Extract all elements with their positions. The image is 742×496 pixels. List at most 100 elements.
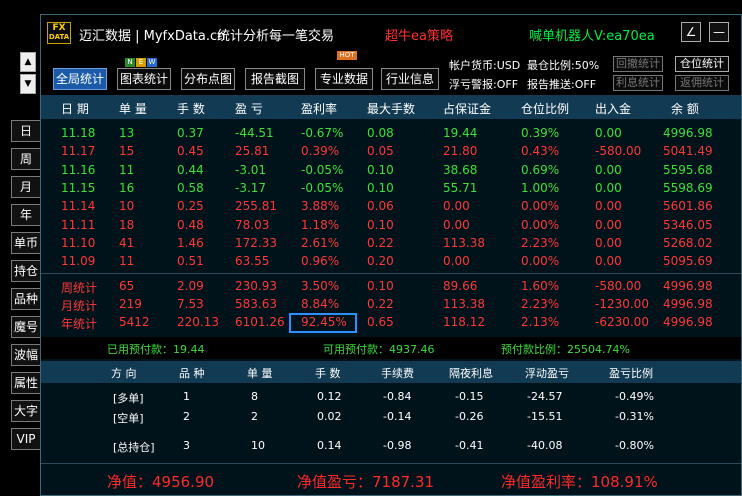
- side-tab-month[interactable]: 月: [11, 176, 40, 198]
- cell-max-lots: 0.20: [367, 254, 394, 269]
- cell-balance: 5346.05: [663, 217, 713, 232]
- pcell-orders: 8: [251, 390, 258, 403]
- cell-profit-rate: -0.67%: [301, 126, 344, 140]
- cell-date: 年统计: [61, 317, 98, 331]
- cell-max-lots: 0.08: [367, 126, 394, 140]
- table-row: 月统计 219 7.53 583.63 8.84% 0.22 113.38 2.23% -123…: [41, 296, 741, 313]
- robot-title: 喊单机器人V:ea70ea: [529, 29, 655, 44]
- side-tab-large-font[interactable]: 大字: [11, 400, 40, 422]
- cell-max-lots: 0.10: [367, 279, 394, 293]
- edit-icon[interactable]: ∠: [681, 22, 701, 42]
- cell-orders: 10: [119, 199, 135, 214]
- pro-data-button[interactable]: 专业数据: [315, 68, 373, 90]
- new-badge-n: N: [125, 58, 135, 67]
- col-balance: 余 额: [671, 102, 699, 116]
- cell-cash-flow: 0.00: [595, 199, 622, 214]
- minimize-icon[interactable]: —: [709, 22, 729, 42]
- pcell-float: -24.57: [527, 390, 563, 403]
- side-tab-day[interactable]: 日: [11, 120, 40, 142]
- global-stats-button[interactable]: 全局统计: [53, 68, 107, 90]
- pcell-lots: 0.14: [317, 439, 342, 452]
- cell-max-lots: 0.65: [367, 315, 394, 329]
- left-sidebar: ▲ ▼ 日 周 月 年 单币 持仓 品种 魔号 波幅 属性 大字 VIP: [0, 0, 40, 496]
- cell-margin: 38.68: [443, 162, 478, 177]
- pcell-ratio: -0.80%: [615, 439, 654, 452]
- pcell-swap: -0.41: [455, 439, 484, 452]
- cell-profit-rate: 0.39%: [301, 144, 340, 159]
- pcol-lots: 手 数: [315, 367, 341, 380]
- cell-date: 11.09: [61, 254, 96, 269]
- cell-cash-flow: 0.00: [595, 162, 622, 177]
- col-orders: 单 量: [119, 102, 147, 116]
- cell-profit-rate: 3.88%: [301, 199, 340, 214]
- cell-lots: 1.46: [177, 235, 204, 250]
- table-row: 11.16 11 0.44 -3.01 -0.05% 0.10 38.68 0.69% 0.00…: [41, 162, 741, 179]
- cell-balance: 5041.49: [663, 144, 713, 159]
- cell-pnl: 230.93: [235, 279, 277, 293]
- side-tab-magic[interactable]: 魔号: [11, 316, 40, 338]
- table-row: 11.18 13 0.37 -44.51 -0.67% 0.08 19.44 0.39% 0.0…: [41, 125, 741, 142]
- position-stats-button[interactable]: 仓位统计: [675, 56, 729, 72]
- cell-margin: 19.44: [443, 126, 478, 140]
- drawdown-stats-button[interactable]: 回撤统计: [613, 56, 663, 72]
- rebate-stats-button[interactable]: 返佣统计: [675, 75, 729, 91]
- cell-orders: 16: [119, 180, 135, 195]
- interest-stats-button[interactable]: 利息统计: [613, 75, 663, 91]
- pcell-swap: -0.26: [455, 410, 484, 423]
- position-row: [多单] 1 8 0.12 -0.84 -0.15 -24.57 -0.49%: [41, 388, 741, 406]
- main-panel: FX DATA 迈汇数据 | MyfxData.cn 统计分析每一笔交易 超牛e…: [40, 14, 742, 496]
- cell-lots: 0.48: [177, 217, 204, 232]
- cell-cash-flow: -1230.00: [595, 297, 649, 311]
- cell-max-lots: 0.06: [367, 199, 394, 214]
- pcell-lots: 0.12: [317, 390, 342, 403]
- cell-date: 11.15: [61, 180, 96, 195]
- cell-balance: 4996.98: [663, 126, 713, 140]
- cell-orders: 11: [119, 162, 135, 177]
- equity-text: 净值：4956.90: [107, 473, 215, 491]
- cell-position-ratio: 0.39%: [521, 126, 560, 140]
- cell-profit-rate: 0.96%: [301, 254, 340, 269]
- industry-info-button[interactable]: 行业信息: [381, 68, 439, 90]
- side-tab-properties[interactable]: 属性: [11, 372, 40, 394]
- pcell-swap: -0.15: [455, 390, 484, 403]
- cell-lots: 7.53: [177, 297, 204, 311]
- hot-badge: HOT: [337, 51, 357, 60]
- distribution-plot-button[interactable]: 分布点图: [181, 68, 235, 90]
- pcell-float: -15.51: [527, 410, 563, 423]
- side-tab-symbols[interactable]: 品种: [11, 288, 40, 310]
- equity-pnl-text: 净值盈亏：7187.31: [297, 473, 435, 491]
- scroll-down-button[interactable]: ▼: [20, 74, 36, 94]
- chart-stats-button[interactable]: 图表统计: [117, 68, 171, 90]
- equity-footer: 净值：4956.90 净值盈亏：7187.31 净值盈利率：108.91%: [41, 463, 741, 495]
- pcell-symbols: 1: [183, 390, 190, 403]
- pcell-float: -40.08: [527, 439, 563, 452]
- cell-balance: 5095.69: [663, 254, 713, 269]
- cell-margin: 55.71: [443, 180, 478, 195]
- side-tab-holdings[interactable]: 持仓: [11, 260, 40, 282]
- pcell-lots: 0.02: [317, 410, 342, 423]
- cell-margin: 118.12: [443, 315, 485, 329]
- side-tab-vip[interactable]: VIP: [11, 428, 40, 450]
- cell-margin: 113.38: [443, 297, 485, 311]
- side-tab-week[interactable]: 周: [11, 148, 40, 170]
- cell-cash-flow: 0.00: [595, 180, 622, 195]
- side-tab-volatility[interactable]: 波幅: [11, 344, 40, 366]
- position-row: [总持仓] 3 10 0.14 -0.98 -0.41 -40.08 -0.80%: [41, 437, 741, 455]
- cell-pnl: 78.03: [235, 217, 270, 232]
- side-tab-year[interactable]: 年: [11, 204, 40, 226]
- margin-ratio-summary-text: 预付款比例：25504.74%: [501, 343, 630, 356]
- cell-orders: 11: [119, 254, 135, 269]
- cell-date: 月统计: [61, 299, 98, 313]
- scroll-up-button[interactable]: ▲: [20, 52, 36, 72]
- cell-margin: 89.66: [443, 279, 478, 293]
- account-currency-text: 帐户货币:USD: [449, 59, 521, 72]
- strategy-title: 超牛ea策略: [385, 29, 453, 44]
- toolbar: 全局统计 图表统计 N E W 分布点图 报告截图 专业数据 HOT 行业信息 …: [41, 51, 741, 95]
- pcol-ratio: 盈亏比例: [609, 367, 653, 380]
- side-tab-single-currency[interactable]: 单币: [11, 232, 40, 254]
- float-alert-text: 浮亏警报:OFF: [449, 78, 519, 91]
- cell-orders: 65: [119, 279, 135, 293]
- cell-balance: 4996.98: [663, 279, 713, 293]
- report-screenshot-button[interactable]: 报告截图: [245, 68, 305, 90]
- app-slogan: 统计分析每一笔交易: [217, 29, 335, 44]
